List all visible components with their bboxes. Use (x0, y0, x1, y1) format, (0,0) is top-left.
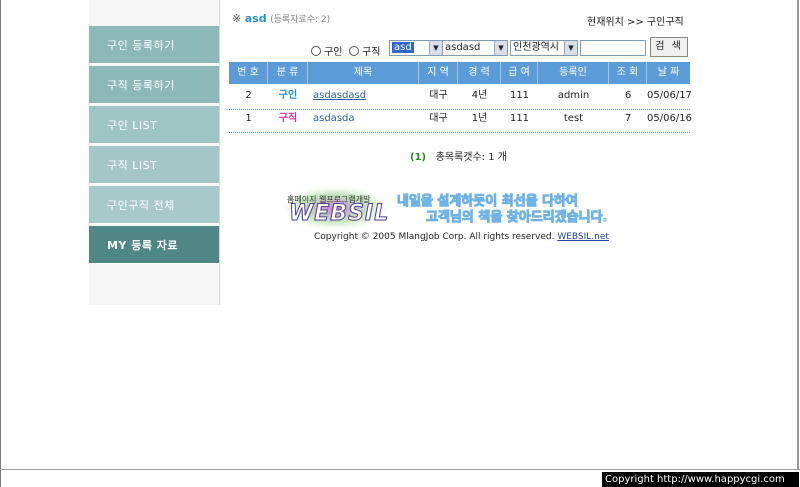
total-count: 총목록갯수: 1 개 (435, 152, 507, 163)
frame-right-border (797, 0, 799, 470)
radio-label: 구직 (362, 47, 381, 58)
page-link[interactable]: (1) (410, 152, 426, 163)
sidebar-item-label: MY 등록 자료 (107, 238, 179, 252)
search-button[interactable]: 검 색 (650, 37, 688, 57)
websil-logo-banner: 홈페이지 웹프로그램개발 WEBSIL 내일을 설계하듯이 최선을 다하여 고객… (277, 184, 638, 232)
title-mark: ※ (232, 12, 242, 25)
cell-type: 구직 (278, 113, 298, 124)
category-name: asd (244, 12, 267, 25)
cell-user: test (563, 113, 584, 124)
column-header-career: 경 력 (458, 62, 501, 84)
cell-pay: 111 (509, 113, 530, 124)
table-row: 1 구직 asdasda 대구 1년 111 test 7 05/06/16 (229, 108, 692, 133)
sidebar: 구인 등록하기 구직 등록하기 구인 LIST 구직 LIST 구인구직 전체 … (89, 0, 220, 305)
select-value: asdasd (445, 42, 481, 53)
sidebar-item-job-seek-register[interactable]: 구직 등록하기 (89, 66, 219, 104)
sidebar-item-label: 구인 LIST (107, 118, 158, 132)
category-select[interactable]: asd ▼ (389, 40, 443, 56)
table-row: 2 구인 asdasdasd 대구 4년 111 admin 6 05/06/1… (229, 85, 692, 110)
frame-left-border (0, 0, 1, 487)
pagination: (1) 총목록갯수: 1 개 (410, 148, 507, 163)
sidebar-item-job-seek-list[interactable]: 구직 LIST (89, 146, 219, 184)
logo-slogan-2: 고객님의 책을 찾아드리겠습니다. (425, 210, 608, 226)
cell-pay: 111 (509, 90, 530, 101)
cell-views: 7 (624, 113, 632, 124)
cell-date: 05/06/16 (647, 113, 692, 124)
radio-circle-icon (349, 45, 359, 56)
column-header-views: 조 회 (609, 62, 647, 84)
radio-job-seek[interactable]: 구직 (349, 43, 380, 58)
column-header-type: 분 류 (268, 62, 308, 84)
logo-brand: WEBSIL (288, 201, 390, 227)
frame-bottom-border (0, 469, 800, 470)
radio-label: 구인 (324, 47, 343, 58)
page-title: ※ asd (등록자료수: 2) (232, 12, 330, 25)
table-header: 번 호 분 류 제목 지 역 경 력 급 여 등록인 조 회 날 짜 (229, 62, 690, 84)
cell-title-link[interactable]: asdasdasd (313, 85, 366, 107)
copyright-text: Copyright © 2005 MlangJob Corp. All righ… (314, 232, 555, 242)
websil-link[interactable]: WEBSIL.net (557, 232, 609, 242)
cell-career: 4년 (471, 90, 488, 101)
copyright-notice: Copyright © 2005 MlangJob Corp. All righ… (314, 232, 609, 242)
sidebar-item-label: 구직 LIST (107, 158, 158, 172)
chevron-down-icon[interactable]: ▼ (429, 41, 442, 55)
column-header-user: 등록인 (538, 62, 609, 84)
record-count: (등록자료수: 2) (270, 15, 331, 25)
select-value: 인천광역시 (513, 42, 559, 53)
sidebar-item-all[interactable]: 구인구직 전체 (89, 186, 219, 224)
cell-region: 대구 (429, 90, 448, 101)
column-header-no: 번 호 (229, 62, 268, 84)
column-header-pay: 급 여 (501, 62, 538, 84)
select-value: asd (392, 42, 414, 53)
column-header-date: 날 짜 (657, 67, 680, 78)
radio-circle-icon (311, 45, 321, 56)
cell-no: 1 (245, 113, 252, 124)
cell-title-link[interactable]: asdasda (313, 108, 355, 130)
sidebar-item-label: 구인 등록하기 (107, 38, 175, 52)
column-header-region: 지 역 (419, 62, 458, 84)
chevron-down-icon[interactable]: ▼ (564, 41, 577, 55)
cell-region: 대구 (429, 113, 448, 124)
cell-date: 05/06/17 (647, 90, 692, 101)
breadcrumb: 현재위치 >> 구인구직 (587, 17, 684, 28)
sidebar-item-label: 구직 등록하기 (107, 78, 175, 92)
search-input[interactable] (580, 40, 646, 56)
cell-no: 2 (245, 90, 252, 101)
cell-views: 6 (624, 90, 632, 101)
sidebar-item-label: 구인구직 전체 (107, 198, 175, 212)
cell-user: admin (557, 90, 590, 101)
radio-job-offer[interactable]: 구인 (311, 43, 342, 58)
sidebar-top-spacer (89, 0, 219, 26)
cell-career: 1년 (471, 113, 488, 124)
region-select[interactable]: 인천광역시 ▼ (510, 40, 578, 56)
sidebar-item-my-posts[interactable]: MY 등록 자료 (89, 226, 219, 264)
cell-type: 구인 (278, 90, 298, 101)
subcategory-select[interactable]: asdasd ▼ (442, 40, 508, 56)
column-header-title: 제목 (308, 62, 419, 84)
sidebar-item-job-offer-register[interactable]: 구인 등록하기 (89, 26, 219, 64)
sidebar-item-job-offer-list[interactable]: 구인 LIST (89, 106, 219, 144)
chevron-down-icon[interactable]: ▼ (494, 41, 507, 55)
footer-copyright: Copyright http://www.happycgi.com (602, 472, 799, 487)
